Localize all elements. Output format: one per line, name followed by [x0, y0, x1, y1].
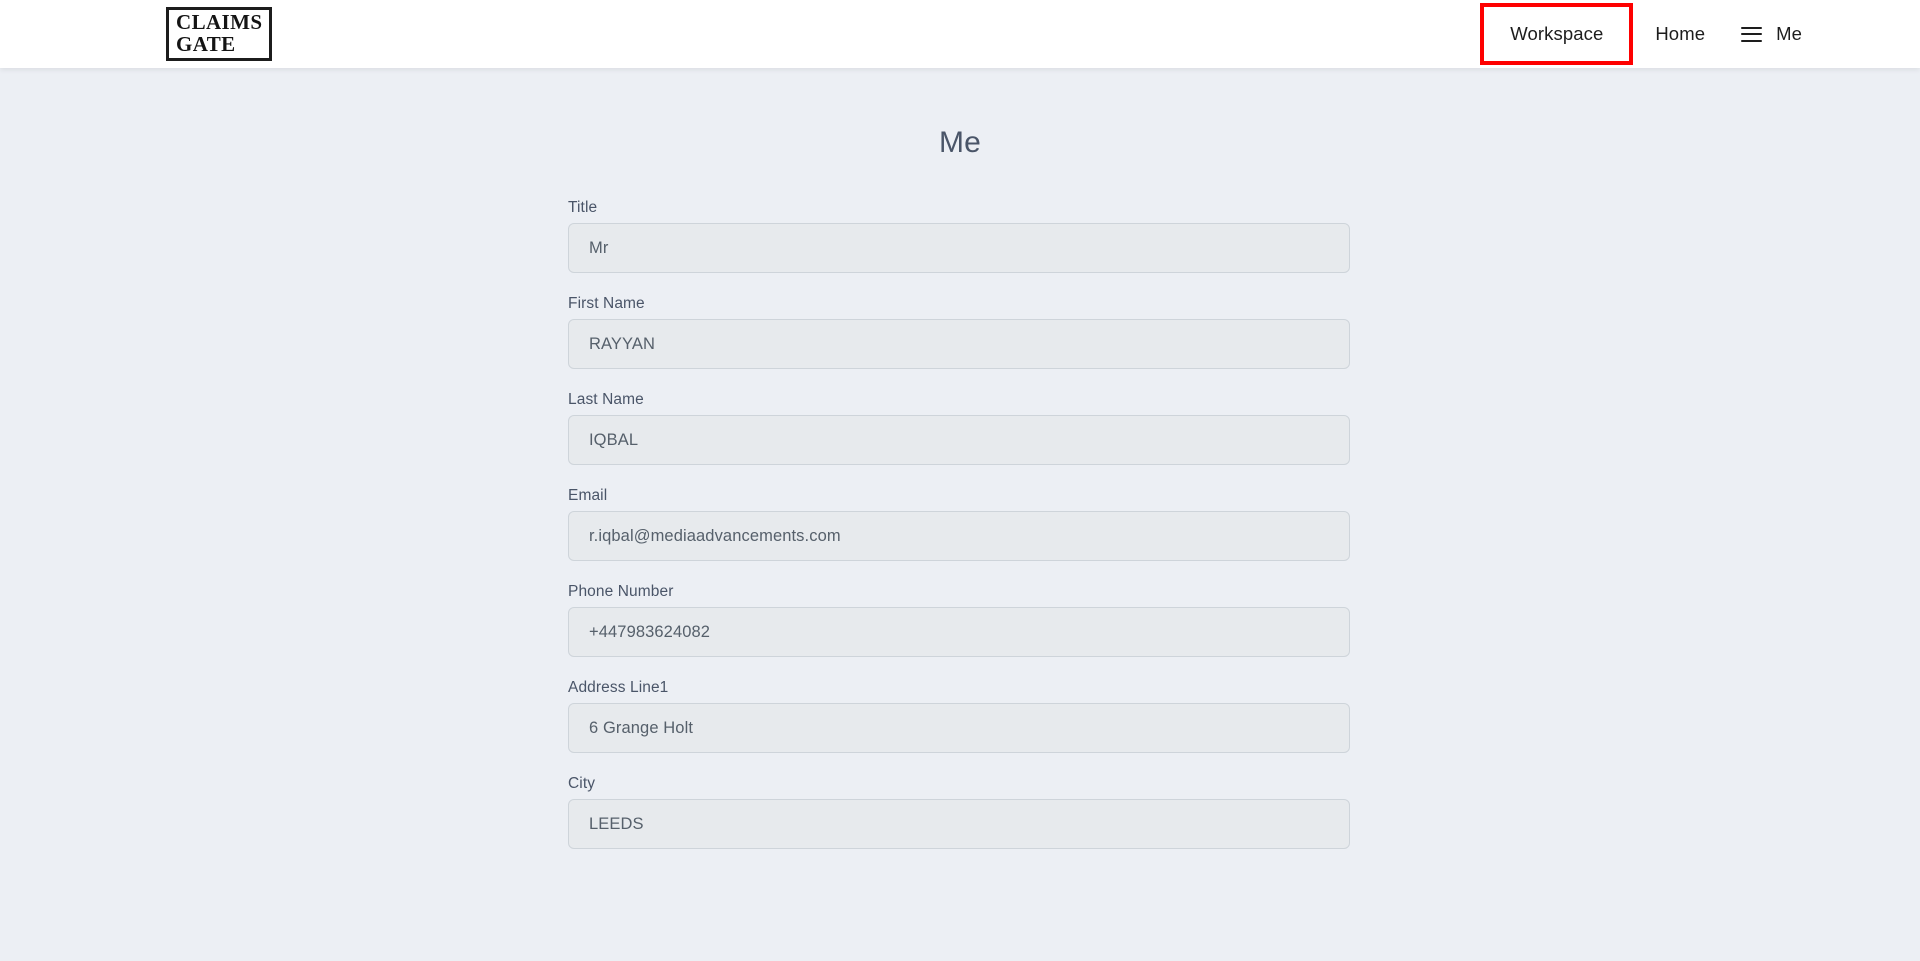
- input-first-name[interactable]: RAYYAN: [568, 319, 1350, 369]
- input-title[interactable]: Mr: [568, 223, 1350, 273]
- hamburger-icon[interactable]: [1741, 26, 1763, 42]
- field-label-phone-number: Phone Number: [568, 583, 674, 600]
- logo-line-1: CLAIMS: [176, 10, 263, 35]
- field-label-email: Email: [568, 487, 608, 504]
- field-email: Email r.iqbal@mediaadvancements.com: [568, 487, 1350, 561]
- page-content: Me Title Mr First Name RAYYAN Last Name …: [0, 68, 1920, 961]
- field-label-address-line1: Address Line1: [568, 679, 669, 696]
- input-last-name[interactable]: IQBAL: [568, 415, 1350, 465]
- field-label-city: City: [568, 775, 596, 792]
- field-last-name: Last Name IQBAL: [568, 391, 1350, 465]
- field-city: City LEEDS: [568, 775, 1350, 849]
- logo-line-2: GATE: [176, 31, 236, 56]
- input-address-line1[interactable]: 6 Grange Holt: [568, 703, 1350, 753]
- field-phone-number: Phone Number +447983624082: [568, 583, 1350, 657]
- nav-item-me[interactable]: Me: [1741, 23, 1802, 45]
- input-phone-number[interactable]: +447983624082: [568, 607, 1350, 657]
- input-email[interactable]: r.iqbal@mediaadvancements.com: [568, 511, 1350, 561]
- field-label-first-name: First Name: [568, 295, 645, 312]
- field-label-last-name: Last Name: [568, 391, 644, 408]
- top-navigation-bar: CLAIMS GATE Workspace Home Me: [0, 0, 1920, 68]
- input-city[interactable]: LEEDS: [568, 799, 1350, 849]
- brand-logo[interactable]: CLAIMS GATE: [166, 7, 273, 61]
- nav-links: Workspace Home Me: [1480, 0, 1802, 68]
- field-label-title: Title: [568, 199, 598, 216]
- nav-item-home[interactable]: Home: [1643, 23, 1717, 45]
- field-title: Title Mr: [568, 199, 1350, 273]
- nav-item-me-label[interactable]: Me: [1776, 23, 1802, 45]
- nav-item-workspace-highlight[interactable]: Workspace: [1480, 3, 1634, 65]
- nav-item-workspace[interactable]: Workspace: [1510, 23, 1603, 45]
- field-first-name: First Name RAYYAN: [568, 295, 1350, 369]
- field-address-line1: Address Line1 6 Grange Holt: [568, 679, 1350, 753]
- page-title: Me: [938, 126, 982, 159]
- profile-form: Title Mr First Name RAYYAN Last Name IQB…: [568, 160, 1350, 849]
- claims-gate-logo: CLAIMS GATE: [166, 7, 273, 61]
